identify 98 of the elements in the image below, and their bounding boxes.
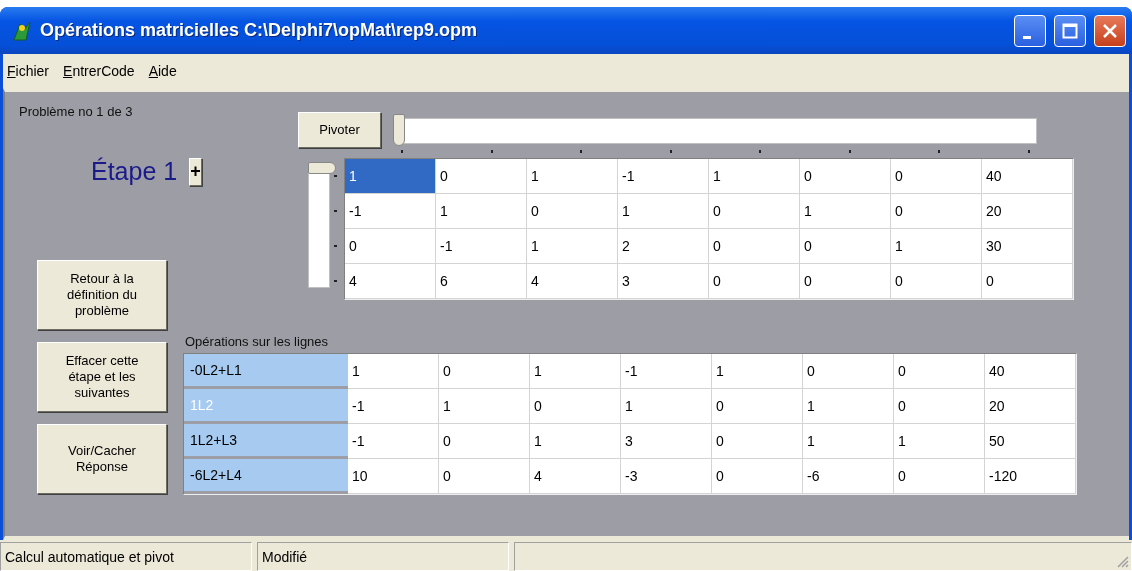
matrix-cell[interactable]: 0	[891, 264, 982, 299]
result-cell: -3	[621, 459, 712, 494]
resize-grip-icon	[1115, 554, 1129, 568]
matrix-cell[interactable]: 1	[618, 194, 709, 229]
slider-tick	[490, 150, 493, 153]
result-cell: 0	[712, 389, 803, 424]
action-button[interactable]: Retour à la définition du problème	[37, 260, 167, 330]
result-cell: 1	[348, 354, 439, 389]
slider-tick	[759, 150, 761, 153]
close-button[interactable]	[1094, 14, 1126, 47]
matrix-cell[interactable]: 0	[891, 194, 982, 229]
result-cell: 20	[985, 389, 1076, 424]
matrix-cell[interactable]: 1	[709, 159, 800, 194]
status-panel: Calcul automatique et pivot	[0, 542, 252, 571]
result-cell: 1	[530, 424, 621, 459]
maximize-button[interactable]	[1054, 14, 1086, 47]
slider-tick	[938, 150, 940, 153]
row-operation[interactable]: 1L2+L3	[184, 424, 348, 459]
result-cell: 0	[712, 424, 803, 459]
matrix-cell[interactable]: 0	[436, 159, 527, 194]
matrix-cell[interactable]: 20	[982, 194, 1073, 229]
slider-tick	[401, 150, 403, 153]
result-cell: 1	[530, 354, 621, 389]
result-cell: 1	[712, 354, 803, 389]
app-icon	[12, 19, 32, 42]
minimize-icon	[1023, 36, 1031, 39]
matrix-cell[interactable]: 0	[982, 264, 1073, 299]
result-cell: 3	[621, 424, 712, 459]
result-cell: 1	[894, 424, 985, 459]
matrix-cell[interactable]: 0	[527, 194, 618, 229]
matrix-cell[interactable]: 6	[436, 264, 527, 299]
matrix-cell[interactable]: 1	[345, 159, 436, 194]
matrix-cell[interactable]: -1	[436, 229, 527, 264]
result-cell: 1	[803, 389, 894, 424]
result-cell: 10	[348, 459, 439, 494]
operations-label: Opérations sur les lignes	[185, 334, 330, 349]
slider-thumb[interactable]	[393, 114, 405, 146]
matrix-cell[interactable]: 0	[709, 194, 800, 229]
menu-item[interactable]: Aide	[148, 63, 177, 79]
maximize-icon	[1062, 22, 1078, 39]
matrix-cell[interactable]: 0	[345, 229, 436, 264]
matrix-cell[interactable]: 0	[891, 159, 982, 194]
slider-tick	[669, 150, 672, 153]
result-cell: 50	[985, 424, 1076, 459]
matrix-cell[interactable]: 1	[527, 159, 618, 194]
result-cell: 40	[985, 354, 1076, 389]
matrix-cell[interactable]: 2	[618, 229, 709, 264]
slider-tick	[580, 150, 582, 153]
result-cell: 0	[894, 389, 985, 424]
result-cell: 1	[439, 389, 530, 424]
matrix-cell[interactable]: 4	[345, 264, 436, 299]
result-cell: 0	[530, 389, 621, 424]
result-cell: 0	[712, 459, 803, 494]
matrix-cell[interactable]: 40	[982, 159, 1073, 194]
slider-tick	[848, 150, 851, 153]
matrix-cell[interactable]: -1	[345, 194, 436, 229]
window-title: Opérations matricielles C:\Delphi7\opMat\rep9.opm	[40, 20, 479, 41]
matrix-cell[interactable]: 0	[800, 229, 891, 264]
matrix-cell[interactable]: 1	[800, 194, 891, 229]
problem-label: Problème no 1 de 3	[19, 104, 134, 119]
action-button[interactable]: Effacer cette étape et les suivantes	[37, 342, 167, 412]
matrix-cell[interactable]: 0	[800, 264, 891, 299]
row-operation[interactable]: -0L2+L1	[184, 354, 348, 389]
matrix-cell[interactable]: 1	[436, 194, 527, 229]
matrix-cell[interactable]: 1	[891, 229, 982, 264]
result-cell: 0	[894, 354, 985, 389]
slider-tick	[1027, 150, 1030, 153]
matrix-cell[interactable]: 3	[618, 264, 709, 299]
matrix-cell[interactable]: 0	[709, 229, 800, 264]
status-panel: Modifié	[257, 542, 509, 571]
result-cell: -1	[348, 424, 439, 459]
result-cell: -6	[803, 459, 894, 494]
action-button[interactable]: Voir/Cacher Réponse	[37, 424, 167, 494]
matrix-cell[interactable]: -1	[618, 159, 709, 194]
step-label: Étape 1	[91, 157, 178, 186]
result-cell: -1	[348, 389, 439, 424]
result-cell: 0	[439, 459, 530, 494]
minimize-button[interactable]	[1014, 14, 1046, 47]
result-cell: 0	[439, 424, 530, 459]
result-cell: -1	[621, 354, 712, 389]
result-cell: 4	[530, 459, 621, 494]
result-cell: 0	[894, 459, 985, 494]
close-icon	[1102, 22, 1118, 39]
row-operation[interactable]: -6L2+L4	[184, 459, 348, 494]
menu-item[interactable]: EntrerCode	[63, 63, 135, 79]
menu-item[interactable]: Fichier	[7, 63, 50, 79]
matrix-cell[interactable]: 0	[709, 264, 800, 299]
matrix-cell[interactable]: 0	[800, 159, 891, 194]
matrix-cell[interactable]: 1	[527, 229, 618, 264]
matrix-cell[interactable]: 30	[982, 229, 1073, 264]
result-cell: 0	[803, 354, 894, 389]
matrix-cell[interactable]: 4	[527, 264, 618, 299]
result-cell: 1	[803, 424, 894, 459]
add-step-button[interactable]: +	[189, 157, 202, 186]
result-cell: -120	[985, 459, 1076, 494]
result-cell: 0	[439, 354, 530, 389]
result-cell: 1	[621, 389, 712, 424]
pivot-button[interactable]: Pivoter	[298, 112, 381, 148]
